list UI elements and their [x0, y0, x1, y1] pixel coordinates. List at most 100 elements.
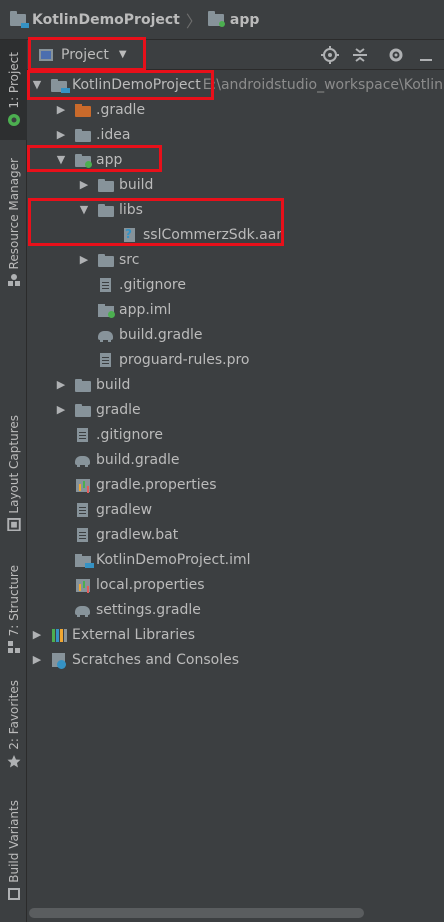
tree-node-gradle[interactable]: ▶ gradle	[27, 397, 444, 422]
tab-project-label: 1: Project	[6, 52, 21, 109]
resource-icon	[7, 274, 20, 287]
expand-arrow-icon[interactable]: ▶	[30, 628, 44, 641]
breadcrumb-separator: 〉	[185, 11, 202, 31]
tab-layout-captures-label: Layout Captures	[6, 415, 21, 514]
expand-arrow-icon[interactable]: ▶	[77, 253, 91, 266]
tree-node-label: gradle.properties	[96, 476, 217, 493]
tree-node-label: .gitignore	[96, 426, 163, 443]
tree-node-aar[interactable]: sslCommerzSdk.aar	[27, 222, 444, 247]
project-tree: ▼ KotlinDemoProject E:\androidstudio_wor…	[27, 70, 444, 905]
folder-orange-icon	[74, 102, 92, 118]
properties-icon	[74, 577, 92, 593]
gradle-icon	[74, 602, 92, 618]
tree-node-proguard[interactable]: proguard-rules.pro	[27, 347, 444, 372]
tree-node-local-properties[interactable]: local.properties	[27, 572, 444, 597]
tab-project[interactable]: 1: Project	[0, 40, 27, 140]
locate-icon[interactable]	[318, 43, 342, 67]
tree-node-app-iml[interactable]: app.iml	[27, 297, 444, 322]
tree-node-idea[interactable]: ▶ .idea	[27, 122, 444, 147]
tree-node-label: build.gradle	[119, 326, 203, 343]
module-folder-icon	[207, 10, 225, 27]
expand-arrow-icon[interactable]: ▼	[77, 203, 91, 216]
tree-node-label: .gitignore	[119, 276, 186, 293]
horizontal-scrollbar[interactable]	[27, 905, 444, 922]
structure-icon	[7, 641, 20, 654]
tree-node-build[interactable]: ▶ build	[27, 372, 444, 397]
tab-layout-captures[interactable]: Layout Captures	[0, 415, 27, 535]
android-icon	[7, 113, 20, 126]
tree-node-src[interactable]: ▶ src	[27, 247, 444, 272]
tab-favorites-label: 2: Favorites	[6, 680, 21, 750]
unknown-file-icon	[121, 227, 139, 243]
breadcrumb-module[interactable]: app	[207, 10, 259, 28]
tree-node-scratches[interactable]: ▶ Scratches and Consoles	[27, 647, 444, 672]
iml-file-icon	[74, 552, 94, 568]
tree-node-libs[interactable]: ▼ libs	[27, 197, 444, 222]
file-icon	[74, 502, 92, 518]
star-icon	[7, 754, 20, 768]
tree-node-app[interactable]: ▼ app	[27, 147, 444, 172]
file-icon	[74, 427, 92, 443]
tree-node-app-build[interactable]: ▶ build	[27, 172, 444, 197]
folder-icon	[97, 202, 115, 218]
tree-node-gradle-properties[interactable]: gradle.properties	[27, 472, 444, 497]
file-icon	[97, 277, 115, 293]
tree-node-label: local.properties	[96, 576, 205, 593]
toolbar-actions	[312, 40, 438, 70]
tab-build-variants-label: Build Variants	[6, 800, 21, 883]
gradle-icon	[97, 327, 115, 343]
expand-arrow-icon[interactable]: ▼	[30, 78, 44, 91]
tree-node-label: gradlew.bat	[96, 526, 179, 543]
libraries-icon	[50, 627, 68, 643]
tree-node-path: E:\androidstudio_workspace\Kotlin	[202, 76, 443, 93]
expand-arrow-icon[interactable]: ▶	[54, 128, 68, 141]
folder-icon	[74, 127, 92, 143]
tree-node-gitignore[interactable]: .gitignore	[27, 422, 444, 447]
tree-node-gradlew-bat[interactable]: gradlew.bat	[27, 522, 444, 547]
tree-node-label: External Libraries	[72, 626, 195, 643]
tree-node-label: app.iml	[119, 301, 172, 318]
tree-node-app-build-gradle[interactable]: build.gradle	[27, 322, 444, 347]
properties-icon	[74, 477, 92, 493]
tree-node-project-iml[interactable]: KotlinDemoProject.iml	[27, 547, 444, 572]
hide-icon[interactable]	[414, 43, 438, 67]
view-mode-label: Project	[61, 46, 109, 63]
expand-arrow-icon[interactable]: ▶	[30, 653, 44, 666]
tree-node-external-libraries[interactable]: ▶ External Libraries	[27, 622, 444, 647]
file-icon	[74, 527, 92, 543]
module-folder-icon	[74, 152, 92, 168]
tree-node-label: Scratches and Consoles	[72, 651, 239, 668]
tree-node-build-gradle[interactable]: build.gradle	[27, 447, 444, 472]
project-toolbar: Project ▼	[27, 40, 444, 70]
tree-node-settings-gradle[interactable]: settings.gradle	[27, 597, 444, 622]
expand-arrow-icon[interactable]: ▶	[77, 178, 91, 191]
tree-node-project-root[interactable]: ▼ KotlinDemoProject E:\androidstudio_wor…	[27, 72, 444, 97]
expand-arrow-icon[interactable]: ▶	[54, 378, 68, 391]
expand-arrow-icon[interactable]: ▶	[54, 103, 68, 116]
tab-structure[interactable]: 7: Structure	[0, 565, 27, 660]
breadcrumb-project-label: KotlinDemoProject	[32, 11, 180, 28]
chevron-down-icon: ▼	[118, 49, 127, 60]
collapse-all-icon[interactable]	[348, 43, 372, 67]
expand-arrow-icon[interactable]: ▶	[54, 403, 68, 416]
gear-icon[interactable]	[384, 43, 408, 67]
tree-node-gradle-dir[interactable]: ▶ .gradle	[27, 97, 444, 122]
scrollbar-thumb[interactable]	[29, 908, 364, 918]
tab-build-variants[interactable]: Build Variants	[0, 800, 27, 915]
tree-node-label: gradlew	[96, 501, 153, 518]
tree-node-app-gitignore[interactable]: .gitignore	[27, 272, 444, 297]
gradle-icon	[74, 452, 92, 468]
tab-resource-manager[interactable]: Resource Manager	[0, 158, 27, 308]
view-mode-dropdown[interactable]: Project ▼	[31, 42, 135, 68]
tool-window-sidebar: 1: Project Resource Manager Layout Captu…	[0, 40, 27, 922]
tree-node-label: settings.gradle	[96, 601, 201, 618]
tree-node-label: app	[96, 151, 123, 168]
tree-node-gradlew[interactable]: gradlew	[27, 497, 444, 522]
tree-node-label: libs	[119, 201, 143, 218]
tree-node-label: src	[119, 251, 140, 268]
breadcrumb-project[interactable]: KotlinDemoProject	[10, 10, 180, 28]
tab-favorites[interactable]: 2: Favorites	[0, 680, 27, 775]
expand-arrow-icon[interactable]: ▼	[54, 153, 68, 166]
tree-node-label: sslCommerzSdk.aar	[143, 226, 283, 243]
project-view-icon	[39, 48, 53, 61]
